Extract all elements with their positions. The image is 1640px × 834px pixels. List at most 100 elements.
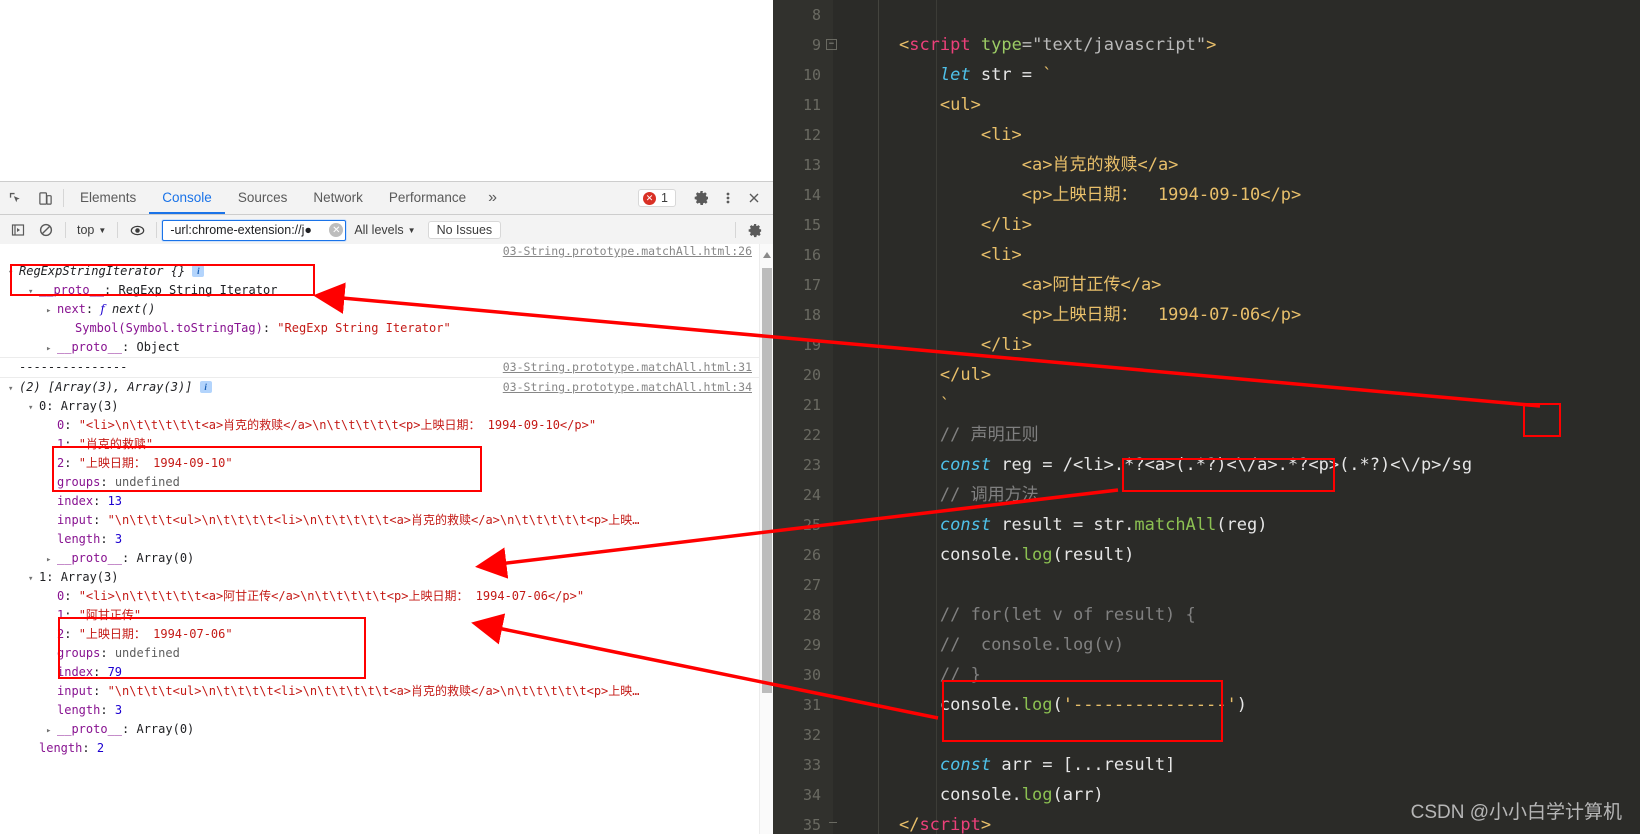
line-number: 26 [802,546,821,564]
clear-input-icon[interactable]: ✕ [329,223,344,237]
tab-network[interactable]: Network [300,182,376,214]
console-token: index [57,665,94,679]
editor-line[interactable]: 18 <p>上映日期： 1994-07-06</p> [773,300,1640,330]
console-scrollbar-thumb[interactable] [762,268,772,693]
editor-code-text: <p>上映日期： 1994-09-10</p> [858,180,1301,210]
console-line: 2: "上映日期： 1994-09-10" [8,454,760,473]
console-output[interactable]: 03-String.prototype.matchAll.html:26 RegE… [0,244,773,834]
editor-line[interactable]: 14 <p>上映日期： 1994-09-10</p> [773,180,1640,210]
console-message: 03-String.prototype.matchAll.html:31 ----… [0,357,760,377]
editor-line[interactable]: 33 const arr = [...result] [773,750,1640,780]
console-token: 3 [114,532,123,546]
disclosure-triangle-icon[interactable] [8,380,19,399]
code-token: log [1021,695,1053,715]
editor-line[interactable]: 27 [773,570,1640,600]
editor-line[interactable]: 22 // 声明正则 [773,420,1640,450]
console-source-link[interactable]: 03-String.prototype.matchAll.html:31 [503,360,752,374]
console-token: next [57,302,86,316]
tab-sources[interactable]: Sources [225,182,301,214]
code-token: <p>上映日期： 1994-09-10</p> [1021,185,1302,205]
live-expression-icon[interactable] [123,217,151,243]
editor-line[interactable]: 15 </li> [773,210,1640,240]
console-line: 1: "肖克的救赎" [8,435,760,454]
editor-line[interactable]: 25 const result = str.matchAll(reg) [773,510,1640,540]
toolbar-divider [63,189,64,207]
error-count-badge[interactable]: ✕ 1 [638,189,676,207]
console-line: RegExpStringIterator {} i [8,262,760,281]
code-token: // 调用方法 [939,485,1039,505]
code-token: const [939,755,992,775]
console-source-link[interactable]: 03-String.prototype.matchAll.html:34 [503,380,752,394]
editor-line[interactable]: 17 <a>阿甘正传</a> [773,270,1640,300]
editor-line[interactable]: 21 ` [773,390,1640,420]
code-token: // console.log(v) [939,635,1125,655]
code-fold-icon[interactable]: − [826,39,837,50]
error-count-label: 1 [661,191,668,205]
editor-line[interactable]: 16 <li> [773,240,1640,270]
console-token: length [57,532,101,546]
gear-icon[interactable] [689,185,715,211]
console-token: : [64,437,79,451]
clear-console-icon[interactable] [32,217,60,243]
tab-elements[interactable]: Elements [67,182,149,214]
console-line: 1: Array(3) [8,568,760,587]
editor-line[interactable]: 32 [773,720,1640,750]
line-number: 18 [802,306,821,324]
scroll-up-arrow-icon[interactable] [762,248,772,262]
device-toolbar-icon[interactable] [30,182,60,214]
disclosure-triangle-icon[interactable] [28,399,39,418]
editor-line[interactable]: 9− <script type="text/javascript"> [773,30,1640,60]
editor-line[interactable]: 31 console.log('---------------') [773,690,1640,720]
editor-line[interactable]: 12 <li> [773,120,1640,150]
console-token: : [93,494,108,508]
editor-line[interactable]: 29 // console.log(v) [773,630,1640,660]
console-sidebar-icon[interactable] [4,217,32,243]
editor-line[interactable]: 23 const reg = /<li>.*?<a>(.*?)<\/a>.*?<… [773,450,1640,480]
editor-line[interactable]: 30 // } [773,660,1640,690]
more-options-icon[interactable] [715,185,741,211]
tab-performance[interactable]: Performance [376,182,479,214]
editor-code-text: console.log(arr) [858,780,1104,810]
editor-line[interactable]: 13 <a>肖克的救赎</a> [773,150,1640,180]
console-token: undefined [114,646,180,660]
more-tabs-button[interactable]: » [479,182,506,214]
editor-line[interactable]: 26 console.log(result) [773,540,1640,570]
search-input[interactable] [168,222,323,238]
console-scrollbar[interactable] [759,244,773,834]
console-line: 0: "<li>\n\t\t\t\t\t<a>阿甘正传</a>\n\t\t\t\… [8,587,760,606]
console-token: Object [136,340,180,354]
info-icon[interactable]: i [199,381,212,393]
console-filter-field[interactable]: ✕ [162,219,347,241]
code-token: // for(let v of result) { [939,605,1196,625]
log-level-select[interactable]: All levels ▼ [346,223,423,237]
editor-line[interactable]: 24 // 调用方法 [773,480,1640,510]
editor-line[interactable]: 11 <ul> [773,90,1640,120]
console-settings-icon[interactable] [741,217,769,243]
console-token: "肖克的救赎" [78,437,154,451]
editor-line[interactable]: 28 // for(let v of result) { [773,600,1640,630]
disclosure-triangle-icon[interactable] [8,264,19,283]
editor-line[interactable]: 10 let str = ` [773,60,1640,90]
console-line: input: "\n\t\t\t<ul>\n\t\t\t\t<li>\n\t\t… [8,511,760,530]
editor-code-text: <a>肖克的救赎</a> [858,150,1179,180]
console-token: : [100,646,115,660]
close-icon[interactable] [741,185,767,211]
issues-button[interactable]: No Issues [427,221,502,239]
execution-context-select[interactable]: top ▼ [71,223,112,237]
inspect-element-icon[interactable] [0,182,30,214]
disclosure-triangle-icon[interactable] [28,283,39,302]
editor-line[interactable]: 19 </li> [773,330,1640,360]
console-source-link[interactable]: 03-String.prototype.matchAll.html:26 [503,244,752,258]
disclosure-triangle-icon[interactable] [46,302,57,321]
line-number: 17 [802,276,821,294]
code-editor-pane[interactable]: 8 9− <script type="text/javascript"> 10 le… [773,0,1640,834]
info-icon[interactable]: i [192,265,205,277]
tab-console[interactable]: Console [149,182,225,214]
disclosure-triangle-icon[interactable] [28,570,39,589]
console-line: __proto__: Array(0) [8,720,760,739]
code-token: = [1021,35,1033,55]
editor-line[interactable]: 8 [773,0,1640,30]
editor-line[interactable]: 20 </ul> [773,360,1640,390]
